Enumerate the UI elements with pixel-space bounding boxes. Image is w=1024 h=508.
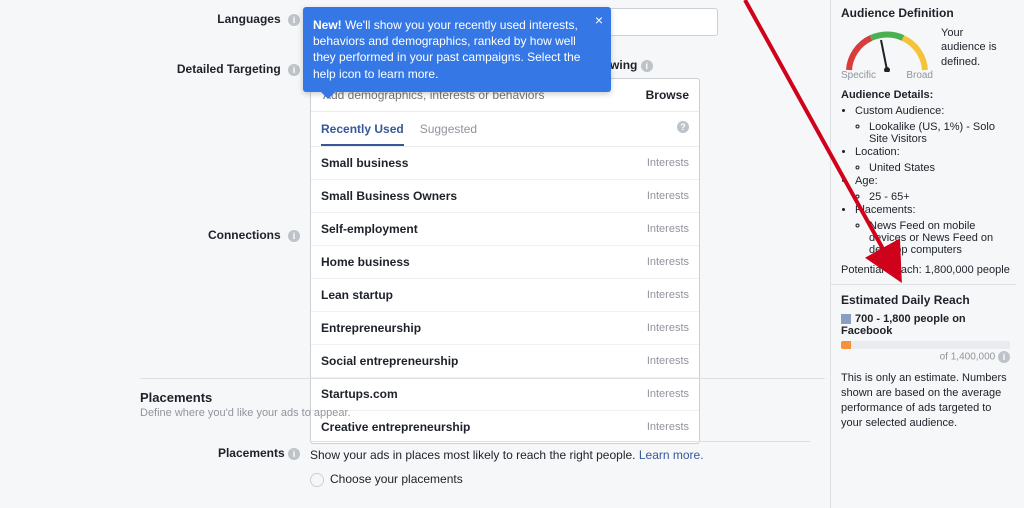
- placements-subhead: Define where you'd like your ads to appe…: [140, 407, 825, 419]
- targeting-item-name: Home business: [321, 255, 410, 269]
- targeting-item[interactable]: Small Business Owners Interests: [311, 180, 699, 213]
- audience-details-list: Custom Audience:Lookalike (US, 1%) - Sol…: [841, 105, 1010, 256]
- targeting-item-type: Interests: [647, 355, 689, 367]
- browse-button[interactable]: Browse: [646, 88, 689, 102]
- placements-heading: Placements: [140, 390, 825, 405]
- audience-definition-heading: Audience Definition: [841, 6, 1010, 20]
- targeting-item[interactable]: Home business Interests: [311, 246, 699, 279]
- audience-gauge: [841, 26, 933, 72]
- audience-details-heading: Audience Details:: [841, 89, 1010, 101]
- targeting-item[interactable]: Entrepreneurship Interests: [311, 312, 699, 345]
- targeting-item-type: Interests: [647, 223, 689, 235]
- info-icon[interactable]: i: [288, 448, 300, 460]
- facebook-icon: [841, 314, 851, 324]
- edr-range: 700 - 1,800 people on Facebook: [841, 313, 1010, 337]
- recently-used-tooltip: New! We'll show you your recently used i…: [303, 7, 611, 92]
- targeting-item-name: Creative entrepreneurship: [321, 420, 470, 434]
- info-icon[interactable]: i: [288, 230, 300, 242]
- targeting-item-type: Interests: [647, 190, 689, 202]
- choose-placements-radio[interactable]: Choose your placements: [310, 472, 810, 487]
- audience-status: Your audience is defined.: [941, 26, 1010, 72]
- targeting-item-name: Small Business Owners: [321, 189, 457, 203]
- section-divider: [140, 378, 825, 379]
- connections-label: Connections i: [140, 228, 300, 242]
- estimated-daily-reach-heading: Estimated Daily Reach: [841, 293, 1010, 307]
- edr-of-total: of 1,400,000 i: [841, 351, 1010, 363]
- info-icon[interactable]: i: [288, 14, 300, 26]
- targeting-item-type: Interests: [647, 421, 689, 433]
- info-icon[interactable]: i: [288, 64, 300, 76]
- placements-auto-desc: Show your ads in places most likely to r…: [310, 448, 810, 462]
- targeting-item-name: Entrepreneurship: [321, 321, 421, 335]
- targeting-item[interactable]: Lean startup Interests: [311, 279, 699, 312]
- targeting-item-type: Interests: [647, 289, 689, 301]
- help-icon[interactable]: ?: [677, 121, 689, 133]
- potential-reach: Potential Reach: 1,800,000 people: [841, 264, 1010, 276]
- targeting-item-type: Interests: [647, 322, 689, 334]
- tab-suggested[interactable]: Suggested: [420, 122, 477, 136]
- targeting-item-type: Interests: [647, 157, 689, 169]
- languages-label: Languages i: [140, 12, 300, 26]
- targeting-item-name: Social entrepreneurship: [321, 354, 458, 368]
- targeting-item-name: Small business: [321, 156, 408, 170]
- close-icon[interactable]: ×: [595, 13, 603, 27]
- placements-field-label: Placements i: [140, 446, 300, 460]
- detailed-targeting-label: Detailed Targeting i: [140, 62, 300, 76]
- edr-bar: [841, 341, 1010, 349]
- targeting-item[interactable]: Self-employment Interests: [311, 213, 699, 246]
- targeting-item-name: Lean startup: [321, 288, 393, 302]
- info-icon[interactable]: i: [998, 351, 1010, 363]
- tab-recently-used[interactable]: Recently Used: [321, 122, 404, 146]
- targeting-item[interactable]: Small business Interests: [311, 147, 699, 180]
- targeting-item-type: Interests: [647, 256, 689, 268]
- edr-disclaimer: This is only an estimate. Numbers shown …: [841, 371, 1010, 430]
- targeting-item-name: Self-employment: [321, 222, 418, 236]
- learn-more-link[interactable]: Learn more.: [639, 448, 704, 462]
- info-icon[interactable]: i: [641, 60, 653, 72]
- targeting-item[interactable]: Social entrepreneurship Interests: [311, 345, 699, 378]
